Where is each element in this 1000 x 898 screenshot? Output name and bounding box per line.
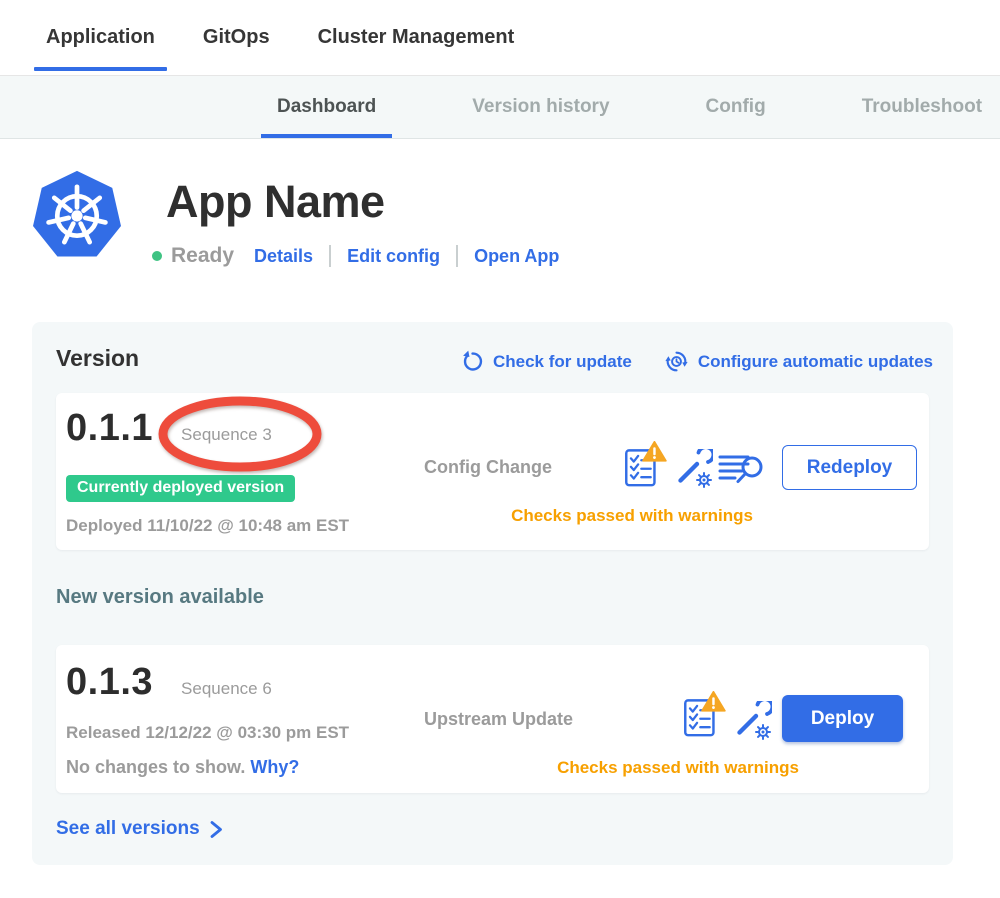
configure-automatic-updates-link[interactable]: Configure automatic updates — [664, 349, 933, 374]
deploy-button[interactable]: Deploy — [782, 695, 903, 742]
page-title: App Name — [166, 176, 385, 228]
wrench-gear-icon[interactable] — [732, 701, 772, 746]
status-dot-icon — [152, 251, 162, 261]
new-version-number: 0.1.3 — [66, 661, 153, 704]
see-all-versions-label: See all versions — [56, 818, 200, 840]
edit-config-link[interactable]: Edit config — [347, 246, 440, 267]
status-label: Ready — [171, 244, 234, 268]
auto-update-clock-icon — [664, 349, 689, 374]
top-nav: Application GitOps Cluster Management — [0, 0, 1000, 76]
divider — [329, 245, 331, 267]
no-changes-text: No changes to show.Why? — [66, 757, 299, 778]
version-panel-title: Version — [56, 345, 139, 372]
version-panel: Version Check for update — [32, 322, 953, 865]
new-version-sequence: Sequence 6 — [181, 679, 272, 699]
version-source-label: Upstream Update — [424, 709, 573, 730]
open-app-link[interactable]: Open App — [474, 246, 559, 267]
check-for-update-label: Check for update — [493, 352, 632, 372]
chevron-right-icon — [210, 820, 223, 839]
search-lines-icon[interactable] — [718, 453, 764, 494]
wrench-gear-icon[interactable] — [673, 449, 713, 494]
preflight-checklist-icon[interactable] — [624, 441, 668, 493]
configure-automatic-updates-label: Configure automatic updates — [698, 352, 933, 372]
version-panel-actions: Check for update Configure automatic upd… — [461, 349, 933, 374]
current-version-card: 0.1.1 Sequence 3 Currently deployed vers… — [56, 393, 929, 550]
tab-application[interactable]: Application — [34, 0, 167, 75]
current-version-number: 0.1.1 — [66, 407, 153, 450]
tab-config[interactable]: Config — [690, 76, 782, 138]
version-source-label: Config Change — [424, 457, 552, 478]
new-version-heading: New version available — [56, 586, 264, 609]
checks-status-text: Checks passed with warnings — [538, 758, 818, 778]
details-link[interactable]: Details — [254, 246, 313, 267]
current-version-sequence: Sequence 3 — [181, 425, 272, 445]
refresh-icon — [461, 350, 484, 373]
redeploy-button[interactable]: Redeploy — [782, 445, 917, 490]
sub-nav: Dashboard Version history Config Trouble… — [0, 76, 1000, 139]
why-link[interactable]: Why? — [250, 757, 299, 777]
new-version-line: 0.1.3 Sequence 6 — [66, 661, 272, 704]
see-all-versions-link[interactable]: See all versions — [56, 818, 223, 840]
tab-gitops[interactable]: GitOps — [191, 0, 282, 75]
check-for-update-link[interactable]: Check for update — [461, 349, 632, 374]
currently-deployed-badge: Currently deployed version — [66, 475, 295, 502]
current-version-line: 0.1.1 Sequence 3 — [66, 407, 272, 450]
dashboard-page: Application GitOps Cluster Management Da… — [0, 0, 1000, 898]
divider — [456, 245, 458, 267]
tab-version-history[interactable]: Version history — [456, 76, 625, 138]
kubernetes-logo — [30, 168, 124, 262]
no-changes-label: No changes to show. — [66, 757, 245, 777]
app-status-row: Ready Details Edit config Open App — [152, 242, 559, 270]
released-timestamp: Released 12/12/22 @ 03:30 pm EST — [66, 723, 349, 743]
preflight-checklist-icon[interactable] — [683, 691, 727, 743]
tab-cluster-management[interactable]: Cluster Management — [306, 0, 527, 75]
tab-troubleshoot[interactable]: Troubleshoot — [846, 76, 998, 138]
deployed-timestamp: Deployed 11/10/22 @ 10:48 am EST — [66, 516, 349, 536]
new-version-card: 0.1.3 Sequence 6 Released 12/12/22 @ 03:… — [56, 645, 929, 793]
tab-dashboard[interactable]: Dashboard — [261, 76, 392, 138]
checks-status-text: Checks passed with warnings — [492, 506, 772, 526]
